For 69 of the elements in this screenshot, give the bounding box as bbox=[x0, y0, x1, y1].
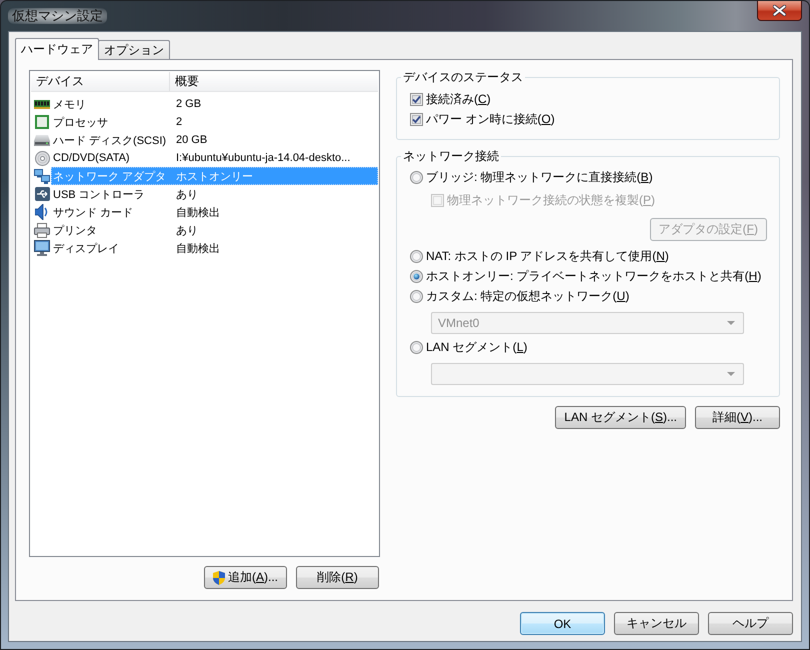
device-summary: 20 GB bbox=[176, 134, 208, 146]
monitor-icon bbox=[34, 240, 50, 256]
checkbox[interactable] bbox=[410, 112, 423, 126]
shield-icon bbox=[212, 570, 225, 584]
device-summary: 2 GB bbox=[176, 98, 202, 110]
device-row[interactable]: プリンタ あり bbox=[51, 221, 378, 239]
column-header: デバイス bbox=[36, 73, 84, 90]
window-title: 仮想マシン設定 bbox=[8, 8, 107, 24]
hard-drive-icon bbox=[34, 134, 50, 146]
device-summary: あり bbox=[176, 224, 198, 236]
networked-computers-icon bbox=[34, 168, 50, 184]
group-title: デバイスのステータス bbox=[402, 70, 524, 84]
device-name: サウンド カード bbox=[53, 206, 134, 218]
speaker-icon bbox=[35, 204, 49, 220]
device-summary: I:¥ubuntu¥ubuntu-ja-14.04-deskto... bbox=[176, 152, 350, 164]
caret-icon bbox=[727, 321, 735, 325]
checkbox-label: 物理ネットワーク接続の状態を複製(P) bbox=[447, 192, 656, 208]
device-name: プリンタ bbox=[53, 224, 97, 236]
lan-segments-button[interactable]: LAN セグメント(S)... bbox=[555, 406, 686, 429]
radio-label: カスタム: 特定の仮想ネットワーク(U) bbox=[426, 288, 630, 304]
device-row[interactable]: メモリ 2 GB bbox=[51, 95, 378, 113]
checkbox-label: パワー オン時に接続(O) bbox=[426, 110, 555, 128]
radio-label: ブリッジ: 物理ネットワークに直接接続(B) bbox=[426, 168, 653, 186]
close-icon bbox=[773, 5, 786, 16]
device-name: USB コントローラ bbox=[53, 188, 145, 200]
radio-label: NAT: ホストの IP アドレスを共有して使用(N) bbox=[426, 248, 669, 264]
disc-icon bbox=[34, 150, 50, 166]
radio-button[interactable] bbox=[410, 290, 423, 302]
device-row[interactable]: ハード ディスク(SCSI) 20 GB bbox=[51, 131, 378, 149]
cancel-button[interactable]: キャンセル bbox=[614, 612, 699, 635]
device-summary: 自動検出 bbox=[176, 206, 220, 218]
tab[interactable]: オプション bbox=[98, 40, 170, 59]
radio-button[interactable] bbox=[410, 250, 423, 262]
device-name: ハード ディスク(SCSI) bbox=[53, 134, 166, 146]
device-name: メモリ bbox=[53, 98, 86, 110]
help-button[interactable]: ヘルプ bbox=[708, 612, 793, 635]
advanced-button[interactable]: 詳細(V)... bbox=[695, 406, 780, 429]
radio-button[interactable] bbox=[410, 340, 423, 354]
device-name: ネットワーク アダプタ bbox=[53, 170, 166, 182]
device-summary: ホストオンリー bbox=[176, 170, 253, 182]
printer-icon bbox=[34, 222, 50, 238]
column-header: 概要 bbox=[175, 73, 199, 90]
add-button[interactable]: 追加(A)... bbox=[204, 566, 287, 589]
device-row[interactable]: サウンド カード 自動検出 bbox=[51, 203, 378, 221]
device-name: プロセッサ bbox=[53, 116, 108, 128]
device-summary: あり bbox=[176, 188, 198, 200]
radio-button[interactable] bbox=[410, 270, 423, 282]
chip-icon bbox=[35, 115, 49, 129]
close-button[interactable] bbox=[757, 1, 802, 21]
device-name: ディスプレイ bbox=[53, 242, 119, 254]
radio-button[interactable] bbox=[410, 170, 423, 184]
tab[interactable]: ハードウェア bbox=[15, 38, 99, 60]
device-row[interactable]: CD/DVD(SATA) I:¥ubuntu¥ubuntu-ja-14.04-deskto... bbox=[51, 149, 378, 167]
device-summary: 2 bbox=[176, 116, 182, 128]
device-name: CD/DVD(SATA) bbox=[53, 152, 130, 164]
radio-label: ホストオンリー: プライベートネットワークをホストと共有(H) bbox=[426, 268, 762, 284]
usb-icon bbox=[34, 187, 50, 201]
radio-label: LAN セグメント(L) bbox=[426, 338, 528, 356]
caret-icon bbox=[727, 372, 735, 376]
device-row[interactable]: ディスプレイ 自動検出 bbox=[51, 239, 378, 257]
device-row[interactable]: プロセッサ 2 bbox=[51, 113, 378, 131]
memory-module-icon bbox=[34, 100, 50, 108]
ok-button[interactable]: OK bbox=[520, 612, 605, 635]
group-title: ネットワーク接続 bbox=[402, 149, 500, 163]
remove-button[interactable]: 削除(R) bbox=[296, 566, 379, 589]
checkbox-label: 接続済み(C) bbox=[426, 90, 491, 108]
device-row[interactable]: USB コントローラ あり bbox=[51, 185, 378, 203]
checkbox[interactable] bbox=[410, 92, 423, 106]
device-summary: 自動検出 bbox=[176, 242, 220, 254]
